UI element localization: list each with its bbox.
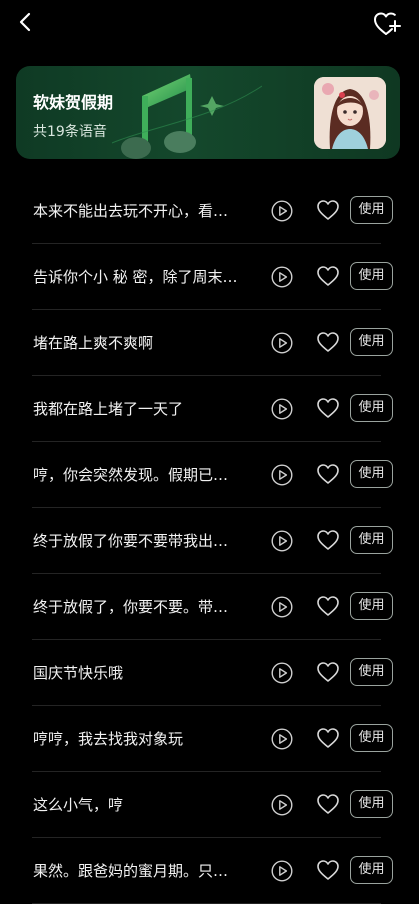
music-note-icon bbox=[112, 74, 262, 159]
play-circle-icon[interactable] bbox=[271, 398, 293, 420]
play-circle-icon[interactable] bbox=[271, 728, 293, 750]
heart-outline-icon[interactable] bbox=[316, 595, 340, 617]
cover-illustration bbox=[314, 77, 386, 149]
voice-row[interactable]: 终于放假了你要不要带我出… 使用 bbox=[0, 508, 419, 574]
voice-row[interactable]: 我都在路上堵了一天了 使用 bbox=[0, 376, 419, 442]
heart-outline-icon[interactable] bbox=[316, 529, 340, 551]
play-circle-icon[interactable] bbox=[271, 662, 293, 684]
album-banner[interactable]: 软妹贺假期 共19条语音 bbox=[16, 66, 400, 159]
heart-outline-icon[interactable] bbox=[316, 397, 340, 419]
heart-outline-icon[interactable] bbox=[316, 265, 340, 287]
voice-row[interactable]: 本来不能出去玩不开心，看… 使用 bbox=[0, 178, 419, 244]
heart-outline-icon[interactable] bbox=[316, 199, 340, 221]
voice-title: 终于放假了，你要不要。带… bbox=[33, 598, 229, 616]
voice-list: 本来不能出去玩不开心，看… 使用 告诉你个小 秘 密，除了周末… 使用 堵在路上… bbox=[0, 178, 419, 904]
voice-title: 国庆节快乐哦 bbox=[33, 664, 124, 682]
heart-outline-icon[interactable] bbox=[316, 727, 340, 749]
voice-row[interactable]: 哼哼，我去找我对象玩 使用 bbox=[0, 706, 419, 772]
voice-title: 堵在路上爽不爽啊 bbox=[33, 334, 154, 352]
heart-outline-icon[interactable] bbox=[316, 331, 340, 353]
use-button[interactable]: 使用 bbox=[350, 460, 393, 488]
play-circle-icon[interactable] bbox=[271, 596, 293, 618]
play-circle-icon[interactable] bbox=[271, 332, 293, 354]
voice-title: 终于放假了你要不要带我出… bbox=[33, 532, 229, 550]
play-circle-icon[interactable] bbox=[271, 794, 293, 816]
top-bar bbox=[0, 0, 419, 50]
use-button[interactable]: 使用 bbox=[350, 526, 393, 554]
voice-title: 本来不能出去玩不开心，看… bbox=[33, 202, 229, 220]
use-button[interactable]: 使用 bbox=[350, 262, 393, 290]
voice-row[interactable]: 哼，你会突然发现。假期已… 使用 bbox=[0, 442, 419, 508]
voice-row[interactable]: 国庆节快乐哦 使用 bbox=[0, 640, 419, 706]
play-circle-icon[interactable] bbox=[271, 266, 293, 288]
voice-title: 这么小气，哼 bbox=[33, 796, 124, 814]
use-button[interactable]: 使用 bbox=[350, 196, 393, 224]
voice-title: 果然。跟爸妈的蜜月期。只… bbox=[33, 862, 229, 880]
heart-outline-icon[interactable] bbox=[316, 463, 340, 485]
voice-row[interactable]: 果然。跟爸妈的蜜月期。只… 使用 bbox=[0, 838, 419, 904]
use-button[interactable]: 使用 bbox=[350, 328, 393, 356]
album-cover bbox=[314, 77, 386, 149]
play-circle-icon[interactable] bbox=[271, 860, 293, 882]
use-button[interactable]: 使用 bbox=[350, 394, 393, 422]
voice-title: 哼，你会突然发现。假期已… bbox=[33, 466, 229, 484]
voice-row[interactable]: 告诉你个小 秘 密，除了周末… 使用 bbox=[0, 244, 419, 310]
use-button[interactable]: 使用 bbox=[350, 724, 393, 752]
play-circle-icon[interactable] bbox=[271, 464, 293, 486]
play-circle-icon[interactable] bbox=[271, 530, 293, 552]
play-circle-icon[interactable] bbox=[271, 200, 293, 222]
voice-title: 我都在路上堵了一天了 bbox=[33, 400, 184, 418]
album-title: 软妹贺假期 bbox=[33, 93, 114, 112]
voice-title: 告诉你个小 秘 密，除了周末… bbox=[33, 268, 238, 286]
heart-outline-icon[interactable] bbox=[316, 859, 340, 881]
back-arrow-icon[interactable] bbox=[14, 10, 38, 34]
use-button[interactable]: 使用 bbox=[350, 790, 393, 818]
album-count: 共19条语音 bbox=[33, 124, 107, 140]
heart-outline-icon[interactable] bbox=[316, 661, 340, 683]
voice-row[interactable]: 终于放假了，你要不要。带… 使用 bbox=[0, 574, 419, 640]
voice-row[interactable]: 堵在路上爽不爽啊 使用 bbox=[0, 310, 419, 376]
voice-title: 哼哼，我去找我对象玩 bbox=[33, 730, 184, 748]
use-button[interactable]: 使用 bbox=[350, 592, 393, 620]
use-button[interactable]: 使用 bbox=[350, 658, 393, 686]
voice-row[interactable]: 这么小气，哼 使用 bbox=[0, 772, 419, 838]
heart-outline-icon[interactable] bbox=[316, 793, 340, 815]
heart-plus-icon[interactable] bbox=[373, 11, 401, 37]
use-button[interactable]: 使用 bbox=[350, 856, 393, 884]
